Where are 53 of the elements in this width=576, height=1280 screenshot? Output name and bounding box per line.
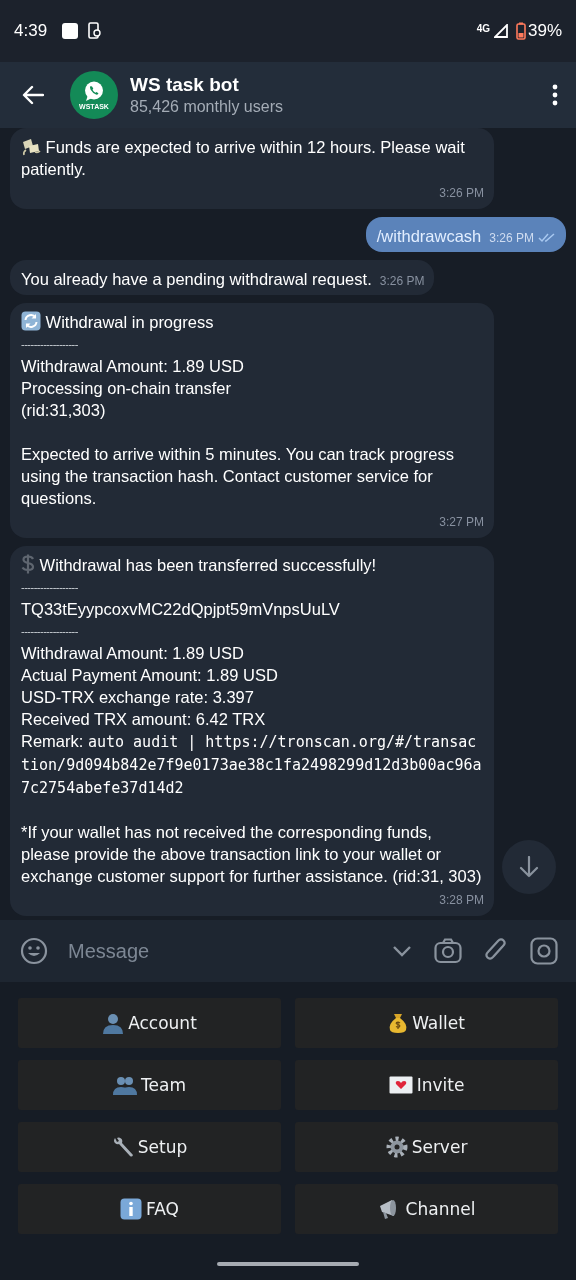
- keyboard-button[interactable]: Account: [18, 998, 281, 1048]
- info-icon: [120, 1198, 143, 1220]
- signal-icon: [493, 24, 508, 38]
- phone-bubble-icon: [83, 80, 105, 102]
- keyboard-button[interactable]: FAQ: [18, 1184, 281, 1234]
- money-icon: [21, 138, 41, 156]
- message-text: You already have a pending withdrawal request.: [21, 269, 372, 290]
- keyboard-button[interactable]: Server: [295, 1122, 558, 1172]
- love-letter-icon: [388, 1076, 413, 1094]
- message-time: 3:26 PM: [489, 230, 534, 247]
- keyboard-button[interactable]: Wallet: [295, 998, 558, 1048]
- gear-icon: [385, 1136, 408, 1158]
- message-text: *If your wallet has not received the corresponding funds, please provide the above transaction link to your wallet or exchange customer support for further assistance. (rid:31, 303): [21, 822, 483, 887]
- instagram-icon[interactable]: [530, 937, 558, 965]
- wrench-icon: [111, 1136, 134, 1158]
- message-text: Funds are expected to arrive within 12 hours. Please wait patiently.: [21, 137, 466, 180]
- message-text: Withdrawal has been transferred successfully!: [21, 554, 484, 576]
- message-time: 3:26 PM: [379, 273, 425, 290]
- emoji-icon[interactable]: [20, 937, 48, 965]
- chat-subtitle: 85,426 monthly users: [130, 98, 284, 116]
- message-text: Withdrawal Amount: 1.89 USD Actual Payment Amount: 1.89 USD USD-TRX exchange rate: 3.397 Received TRX amount: 6.42 TRX: [21, 643, 279, 730]
- phone-icon: [87, 22, 102, 40]
- message-text: TQ33tEyypcoxvMC22dQpjpt59mVnpsUuLV: [21, 599, 341, 620]
- divider-text: ------------------: [21, 580, 79, 595]
- battery-level: 39%: [527, 21, 562, 41]
- message-time: 3:26 PM: [439, 185, 484, 202]
- message-time: 3:28 PM: [439, 892, 484, 909]
- people-icon: [113, 1075, 138, 1095]
- dollar-icon: [21, 554, 35, 574]
- chat-title: WS task bot: [130, 74, 240, 96]
- message-time: 3:27 PM: [439, 514, 484, 531]
- network-label: 4G: [476, 22, 490, 34]
- clock: 4:39: [14, 21, 48, 41]
- divider-text: ------------------: [21, 624, 79, 639]
- refresh-icon: [21, 311, 41, 331]
- keyboard-button[interactable]: Team: [18, 1060, 281, 1110]
- keyboard-button[interactable]: Setup: [18, 1122, 281, 1172]
- message-text: Withdrawal in progress: [21, 311, 484, 333]
- message-text: Expected to arrive within 5 minutes. You can track progress using the transaction hash. Contact customer service for questions.: [21, 444, 455, 509]
- divider-text: ------------------: [21, 337, 79, 352]
- remark-text: Remark: auto audit | https://tronscan.org/#/transaction/9d094b842e7f9e0173ae38c1fa2498299d12d3b00ac96a7c2754abefe37d14d2: [21, 731, 483, 799]
- camera-icon[interactable]: [434, 938, 462, 964]
- person-icon: [102, 1012, 125, 1034]
- keyboard-button[interactable]: Channel: [295, 1184, 558, 1234]
- back-icon[interactable]: [22, 85, 44, 105]
- chevron-down-icon[interactable]: [392, 945, 412, 957]
- arrow-down-icon: [519, 856, 539, 878]
- message-text: Withdrawal Amount: 1.89 USD Processing on-chain transfer (rid:31,303): [21, 356, 245, 421]
- more-options-icon[interactable]: [552, 84, 558, 106]
- money-bag-icon: [388, 1012, 409, 1034]
- keyboard-button[interactable]: Invite: [295, 1060, 558, 1110]
- battery-icon: [515, 22, 526, 40]
- notification-icon: [61, 22, 80, 40]
